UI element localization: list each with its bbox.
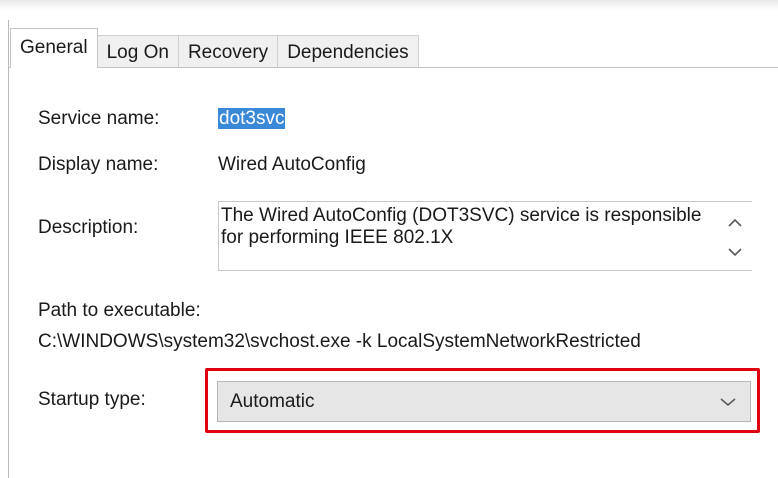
tab-recovery[interactable]: Recovery (177, 35, 279, 68)
service-properties-dialog: General Log On Recovery Dependencies Ser… (0, 0, 778, 478)
path-to-executable-label: Path to executable: (38, 300, 201, 321)
tab-general[interactable]: General (10, 28, 98, 68)
description-text: The Wired AutoConfig (DOT3SVC) service i… (221, 205, 702, 248)
chevron-down-icon[interactable] (718, 392, 738, 412)
startup-type-selected-value: Automatic (230, 391, 315, 412)
chevron-down-icon[interactable] (723, 240, 747, 264)
dialog-left-border (8, 20, 9, 478)
service-name-label: Service name: (38, 108, 160, 129)
chevron-up-icon[interactable] (723, 211, 747, 235)
tab-divider (9, 67, 778, 68)
startup-type-dropdown[interactable]: Automatic (217, 381, 751, 422)
display-name-label: Display name: (38, 154, 159, 175)
tab-log-on[interactable]: Log On (96, 35, 179, 68)
display-name-value[interactable]: Wired AutoConfig (218, 153, 366, 177)
service-name-selected-text[interactable]: dot3svc (218, 108, 286, 129)
description-label: Description: (38, 217, 139, 238)
startup-type-label: Startup type: (38, 389, 146, 410)
description-textbox[interactable]: The Wired AutoConfig (DOT3SVC) service i… (218, 201, 752, 271)
service-name-value[interactable]: dot3svc (218, 107, 286, 131)
tab-dependencies[interactable]: Dependencies (277, 35, 419, 68)
tab-strip: General Log On Recovery Dependencies (10, 28, 419, 68)
top-shadow (0, 0, 778, 10)
path-to-executable-value[interactable]: C:\WINDOWS\system32\svchost.exe -k Local… (38, 330, 641, 354)
